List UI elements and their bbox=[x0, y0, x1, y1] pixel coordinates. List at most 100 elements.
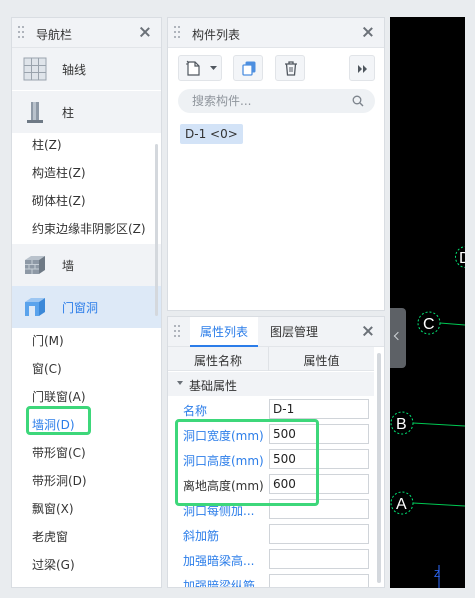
property-row: 斜加筋 bbox=[168, 522, 374, 547]
axis-bubble-d[interactable]: D bbox=[455, 246, 466, 268]
nav-panel: 导航栏 轴线 柱 柱(Z) 构造柱(Z) 砌体柱(Z) 约束边缘非阴影区(Z) … bbox=[11, 17, 162, 588]
z-axis-label: Z bbox=[434, 569, 440, 580]
chevron-down-icon[interactable] bbox=[210, 66, 217, 71]
delete-component-button[interactable] bbox=[275, 55, 305, 81]
component-search-input[interactable] bbox=[178, 89, 375, 113]
nav-item-lintel[interactable]: 过梁(G) bbox=[32, 555, 75, 575]
nav-category-label: 轴线 bbox=[62, 63, 87, 77]
property-group-label: 基础属性 bbox=[189, 379, 238, 393]
nav-item-constructional-column[interactable]: 构造柱(Z) bbox=[32, 163, 86, 183]
nav-item-door-window[interactable]: 门联窗(A) bbox=[32, 387, 86, 407]
copy-icon bbox=[242, 61, 256, 76]
nav-category-label: 柱 bbox=[62, 106, 75, 120]
nav-item-window[interactable]: 窗(C) bbox=[32, 359, 62, 379]
wall-icon bbox=[25, 256, 45, 274]
nav-item-boundary-column[interactable]: 约束边缘非阴影区(Z) bbox=[32, 219, 146, 239]
axis-line-a bbox=[412, 502, 465, 507]
door-window-icon bbox=[25, 298, 45, 316]
search-icon[interactable] bbox=[352, 95, 364, 107]
nav-item-strip-opening[interactable]: 带形洞(D) bbox=[32, 471, 87, 491]
axis-label: B bbox=[396, 416, 407, 433]
drag-grip-icon[interactable] bbox=[174, 325, 182, 339]
property-value-field[interactable]: 500 bbox=[269, 424, 369, 444]
property-name: 加强暗梁高... bbox=[183, 554, 255, 568]
nav-category-column[interactable]: 柱 bbox=[12, 91, 161, 133]
property-scrollbar[interactable] bbox=[377, 353, 381, 583]
property-row: 名称 D-1 bbox=[168, 397, 374, 422]
property-row: 离地高度(mm) 600 bbox=[168, 472, 374, 497]
property-name: 斜加筋 bbox=[183, 529, 220, 543]
nav-category-door-window-opening[interactable]: 门窗洞 bbox=[12, 286, 161, 328]
property-name: 离地高度(mm) bbox=[183, 479, 264, 493]
property-row: 洞口每侧加... bbox=[168, 497, 374, 522]
property-value-field[interactable] bbox=[269, 524, 369, 544]
property-name: 洞口宽度(mm) bbox=[183, 429, 264, 443]
component-panel-header[interactable]: 构件列表 bbox=[168, 18, 384, 48]
axis-bubble-c[interactable]: C bbox=[417, 311, 441, 335]
trash-icon bbox=[285, 61, 297, 76]
property-name: 洞口每侧加... bbox=[183, 504, 255, 518]
nav-category-wall[interactable]: 墙 bbox=[12, 244, 161, 286]
nav-item-strip-window[interactable]: 带形窗(C) bbox=[32, 443, 86, 463]
nav-item-wall-opening[interactable]: 墙洞(D) bbox=[32, 415, 75, 435]
property-grid-header: 属性名称 属性值 bbox=[168, 347, 374, 371]
property-row: 加强暗梁高... bbox=[168, 547, 374, 572]
close-icon[interactable] bbox=[360, 323, 376, 339]
property-value-field[interactable] bbox=[269, 499, 369, 519]
property-value-field[interactable]: D-1 bbox=[269, 399, 369, 419]
property-name: 洞口高度(mm) bbox=[183, 454, 264, 468]
property-row: 洞口宽度(mm) 500 bbox=[168, 422, 374, 447]
component-list-item[interactable]: D-1 <0> bbox=[180, 124, 243, 144]
nav-panel-title: 导航栏 bbox=[36, 28, 73, 42]
close-icon[interactable] bbox=[360, 24, 376, 40]
axis-line-b bbox=[412, 422, 465, 427]
drag-grip-icon[interactable] bbox=[174, 26, 182, 40]
collapse-panel-handle[interactable] bbox=[390, 308, 406, 368]
nav-category-label: 墙 bbox=[62, 259, 75, 273]
grid-axis-icon bbox=[23, 57, 47, 81]
new-component-button[interactable] bbox=[178, 55, 222, 81]
axis-label: C bbox=[423, 316, 435, 333]
nav-item-dormer-window[interactable]: 老虎窗 bbox=[32, 527, 68, 547]
double-arrow-right-icon bbox=[358, 65, 367, 73]
drawing-canvas[interactable]: D C B A Z bbox=[390, 17, 465, 588]
axis-label: D bbox=[459, 250, 465, 267]
property-value-field[interactable]: 600 bbox=[269, 474, 369, 494]
nav-item-door[interactable]: 门(M) bbox=[32, 331, 64, 351]
column-header-name: 属性名称 bbox=[193, 354, 242, 368]
property-panel-header: 属性列表 图层管理 bbox=[168, 317, 384, 347]
collapse-triangle-icon[interactable] bbox=[177, 381, 183, 385]
more-tools-button[interactable] bbox=[349, 55, 375, 81]
nav-item-bay-window[interactable]: 飘窗(X) bbox=[32, 499, 74, 519]
new-file-icon bbox=[186, 60, 200, 76]
axis-label: A bbox=[396, 496, 407, 513]
copy-component-button[interactable] bbox=[233, 55, 263, 81]
property-name: 名称 bbox=[183, 404, 208, 418]
property-row: 洞口高度(mm) 500 bbox=[168, 447, 374, 472]
property-row: 加强暗梁纵筋 bbox=[168, 572, 374, 588]
nav-item-masonry-column[interactable]: 砌体柱(Z) bbox=[32, 191, 86, 211]
axis-bubble-b[interactable]: B bbox=[390, 411, 414, 435]
nav-item-column[interactable]: 柱(Z) bbox=[32, 135, 62, 155]
property-group-basic[interactable]: 基础属性 bbox=[168, 372, 374, 396]
component-panel-title: 构件列表 bbox=[192, 28, 241, 42]
nav-scrollbar[interactable] bbox=[155, 144, 158, 316]
nav-category-axis[interactable]: 轴线 bbox=[12, 48, 161, 90]
axis-bubble-a[interactable]: A bbox=[390, 491, 414, 515]
nav-category-label: 门窗洞 bbox=[62, 301, 99, 315]
close-icon[interactable] bbox=[137, 24, 153, 40]
tab-property-list[interactable]: 属性列表 bbox=[190, 317, 259, 347]
canvas-drawing: D C B A Z bbox=[390, 246, 466, 588]
nav-panel-header[interactable]: 导航栏 bbox=[12, 18, 161, 48]
drag-grip-icon[interactable] bbox=[18, 26, 26, 40]
tab-layer-management[interactable]: 图层管理 bbox=[270, 317, 318, 347]
column-icon bbox=[27, 102, 43, 123]
app-window: 导航栏 轴线 柱 柱(Z) 构造柱(Z) 砌体柱(Z) 约束边缘非阴影区(Z) … bbox=[0, 0, 475, 598]
property-value-field[interactable] bbox=[269, 549, 369, 569]
property-value-field[interactable] bbox=[269, 574, 369, 587]
column-header-value: 属性值 bbox=[303, 354, 340, 368]
property-name: 加强暗梁纵筋 bbox=[183, 579, 256, 588]
property-value-field[interactable]: 500 bbox=[269, 449, 369, 469]
component-panel: 构件列表 搜索构件... D-1 <0> bbox=[167, 17, 385, 311]
z-axis-indicator: Z bbox=[434, 565, 440, 588]
